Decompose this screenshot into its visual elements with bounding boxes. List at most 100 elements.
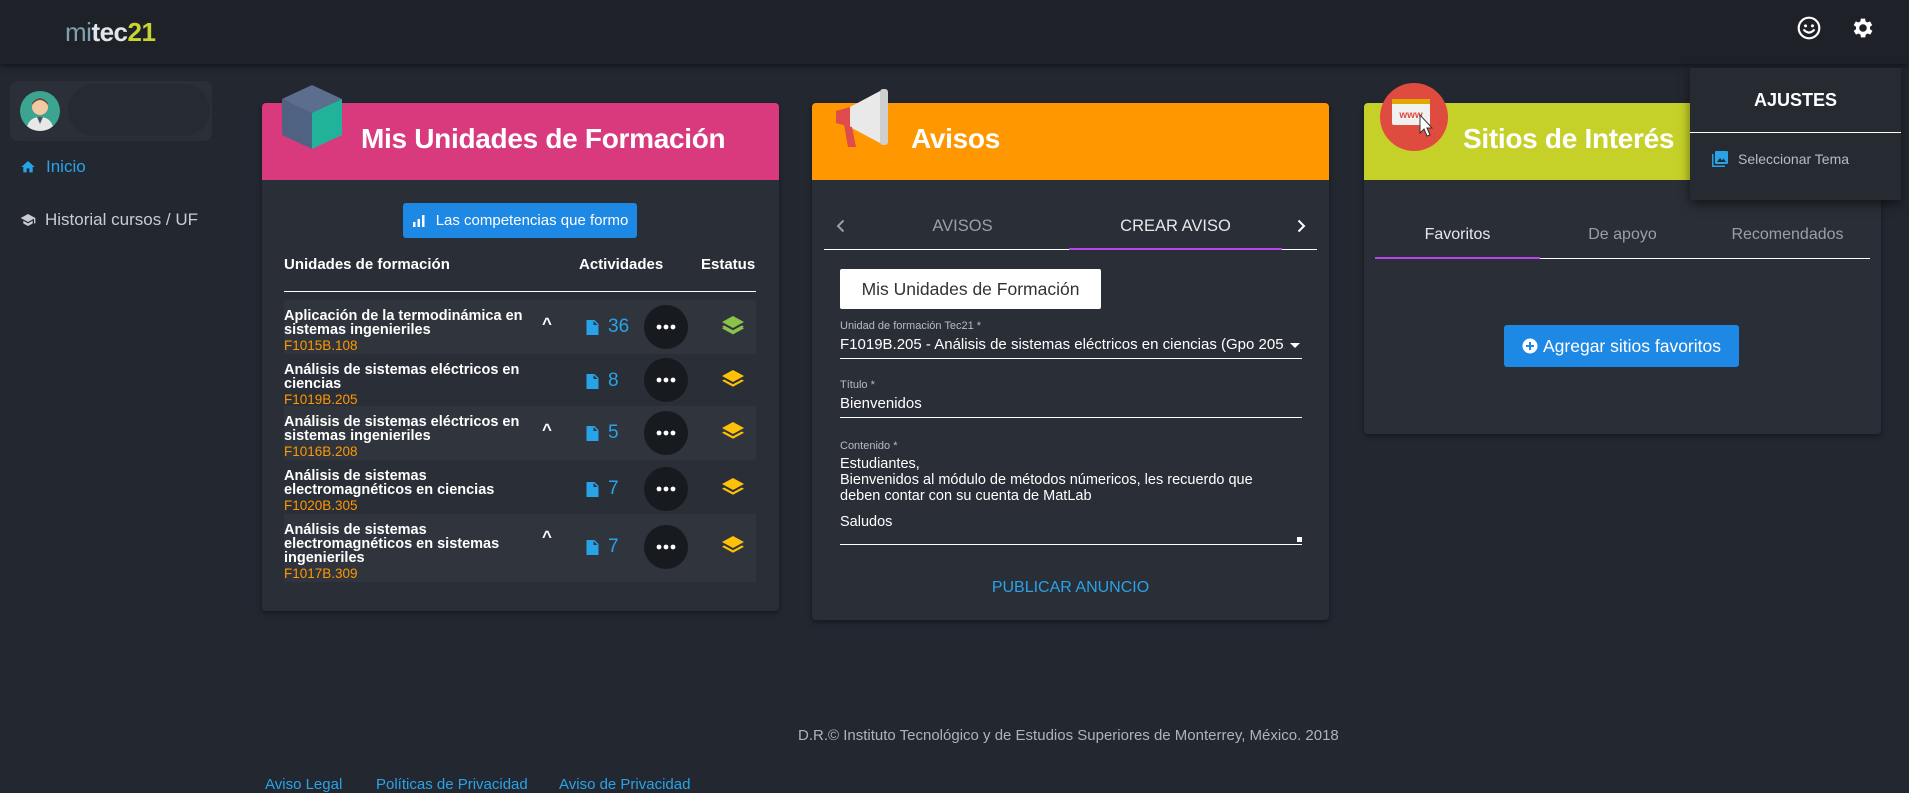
resize-handle[interactable] [1297, 537, 1302, 542]
app-logo[interactable]: mitec21 [65, 17, 156, 48]
more-options-button[interactable] [644, 358, 688, 402]
expand-caret[interactable]: ^ [542, 314, 552, 334]
footer-link-aviso-privacidad[interactable]: Aviso de Privacidad [559, 776, 690, 793]
tab-avisos[interactable]: AVISOS [856, 203, 1069, 249]
content-line: Saludos [840, 514, 893, 530]
user-name-placeholder [68, 84, 210, 136]
uf-name: Análisis de sistemas electromagnéticos e… [284, 468, 495, 498]
dots-icon [656, 430, 676, 436]
settings-panel: AJUSTES Seleccionar Tema [1690, 68, 1901, 200]
www-icon: www [1380, 83, 1448, 151]
activities-link[interactable]: 8 [586, 370, 619, 392]
uf-code: F1015B.108 [284, 338, 358, 353]
tab-crear-aviso[interactable]: CREAR AVISO [1069, 203, 1282, 250]
megaphone-icon [836, 89, 888, 147]
uf-select[interactable]: F1019B.205 - Análisis de sistemas eléctr… [840, 336, 1302, 359]
document-icon [586, 319, 599, 335]
expand-caret[interactable]: ^ [542, 527, 552, 547]
avisos-tabs: AVISOS CREAR AVISO [824, 203, 1317, 250]
more-options-button[interactable] [644, 467, 688, 511]
competencias-button[interactable]: Las competencias que formo [403, 203, 637, 238]
content-line: deben contar con su cuenta de MatLab [840, 488, 1092, 504]
sidebar-item-historial[interactable]: Historial cursos / UF [20, 208, 200, 232]
contenido-label: Contenido * [840, 440, 898, 452]
dots-icon [656, 324, 676, 330]
sidebar-item-label: Inicio [46, 157, 86, 176]
agregar-sitios-label: Agregar sitios favoritos [1543, 335, 1721, 356]
settings-title: AJUSTES [1690, 68, 1901, 133]
cube-icon [282, 85, 342, 149]
uf-card-header: Mis Unidades de Formación [262, 85, 779, 180]
dots-icon [656, 544, 676, 550]
table-row[interactable]: Análisis de sistemas eléctricos en cienc… [284, 354, 756, 407]
logo-tec: tec [91, 17, 128, 47]
dropdown-arrow-icon [1290, 343, 1300, 348]
activities-link[interactable]: 7 [586, 536, 619, 558]
tab-de-apoyo[interactable]: De apoyo [1540, 212, 1705, 258]
titulo-label: Título * [840, 379, 875, 391]
avisos-card-title: Avisos [911, 123, 1000, 154]
activities-count: 7 [608, 536, 619, 557]
table-row[interactable]: Aplicación de la termodinámica en sistem… [284, 300, 756, 354]
seleccionar-tema-label: Seleccionar Tema [1738, 151, 1850, 167]
content-line: Bienvenidos al módulo de métodos númeric… [840, 472, 1253, 488]
svg-text:www: www [1398, 110, 1423, 121]
table-row[interactable]: Análisis de sistemas electromagnéticos e… [284, 460, 756, 514]
smile-icon[interactable] [1795, 14, 1823, 42]
avisos-card-header: Avisos [812, 89, 1329, 180]
tab-recomendados[interactable]: Recomendados [1705, 212, 1870, 258]
dots-icon [656, 486, 676, 492]
uf-select-value: F1019B.205 - Análisis de sistemas eléctr… [840, 336, 1285, 353]
activities-count: 8 [608, 370, 619, 391]
titulo-input[interactable]: Bienvenidos [840, 395, 1302, 418]
sitios-card-title: Sitios de Interés [1463, 123, 1675, 154]
table-row[interactable]: Análisis de sistemas electromagnéticos e… [284, 514, 756, 582]
more-options-button[interactable] [644, 525, 688, 569]
activities-link[interactable]: 5 [586, 422, 619, 444]
sidebar-item-inicio[interactable]: Inicio [20, 157, 86, 177]
tab-scroll-left[interactable] [826, 203, 856, 249]
uf-card-title: Mis Unidades de Formación [361, 123, 726, 154]
document-icon [586, 481, 599, 497]
tab-scroll-right[interactable] [1286, 203, 1316, 249]
layers-icon [722, 422, 744, 439]
content-line: Estudiantes, [840, 456, 920, 472]
activities-link[interactable]: 7 [586, 478, 619, 500]
table-row[interactable]: Análisis de sistemas eléctricos en siste… [284, 406, 756, 460]
layers-icon [722, 478, 744, 495]
uf-code: F1020B.305 [284, 498, 358, 513]
expand-caret[interactable]: ^ [542, 420, 552, 440]
sitios-tabs: Favoritos De apoyo Recomendados [1375, 212, 1870, 259]
avatar [20, 91, 60, 131]
mis-uf-button[interactable]: Mis Unidades de Formación [840, 269, 1101, 309]
more-options-button[interactable] [644, 411, 688, 455]
uf-card: Mis Unidades de Formación Las competenci… [262, 85, 779, 611]
seleccionar-tema-item[interactable]: Seleccionar Tema [1711, 150, 1849, 168]
competencias-label: Las competencias que formo [435, 212, 629, 229]
layers-icon [722, 370, 744, 387]
uf-name: Análisis de sistemas eléctricos en siste… [284, 414, 520, 444]
footer-link-politicas[interactable]: Políticas de Privacidad [376, 776, 528, 793]
home-icon [21, 161, 35, 173]
publicar-button[interactable]: PUBLICAR ANUNCIO [962, 573, 1179, 603]
footer-link-aviso-legal[interactable]: Aviso Legal [265, 776, 342, 793]
agregar-sitios-button[interactable]: Agregar sitios favoritos [1504, 325, 1739, 367]
bar-chart-icon [412, 214, 425, 227]
copyright-text: D.R.© Instituto Tecnológico y de Estudio… [798, 727, 1339, 744]
uf-name: Análisis de sistemas eléctricos en cienc… [284, 362, 520, 392]
contenido-textarea[interactable]: Estudiantes, Bienvenidos al módulo de mé… [840, 456, 1302, 545]
user-card[interactable] [10, 81, 212, 141]
graduation-cap-icon [20, 214, 36, 226]
uf-code: F1019B.205 [284, 392, 358, 407]
gear-icon[interactable] [1849, 14, 1877, 42]
document-icon [586, 539, 599, 555]
chevron-right-icon [1297, 219, 1306, 233]
plus-circle-icon [1522, 338, 1538, 354]
activities-link[interactable]: 36 [586, 316, 629, 338]
layers-icon [722, 536, 744, 553]
uf-name: Análisis de sistemas electromagnéticos e… [284, 522, 500, 566]
document-icon [586, 425, 599, 441]
more-options-button[interactable] [644, 305, 688, 349]
sidebar-item-label: Historial cursos / UF [45, 210, 199, 229]
tab-favoritos[interactable]: Favoritos [1375, 212, 1540, 259]
